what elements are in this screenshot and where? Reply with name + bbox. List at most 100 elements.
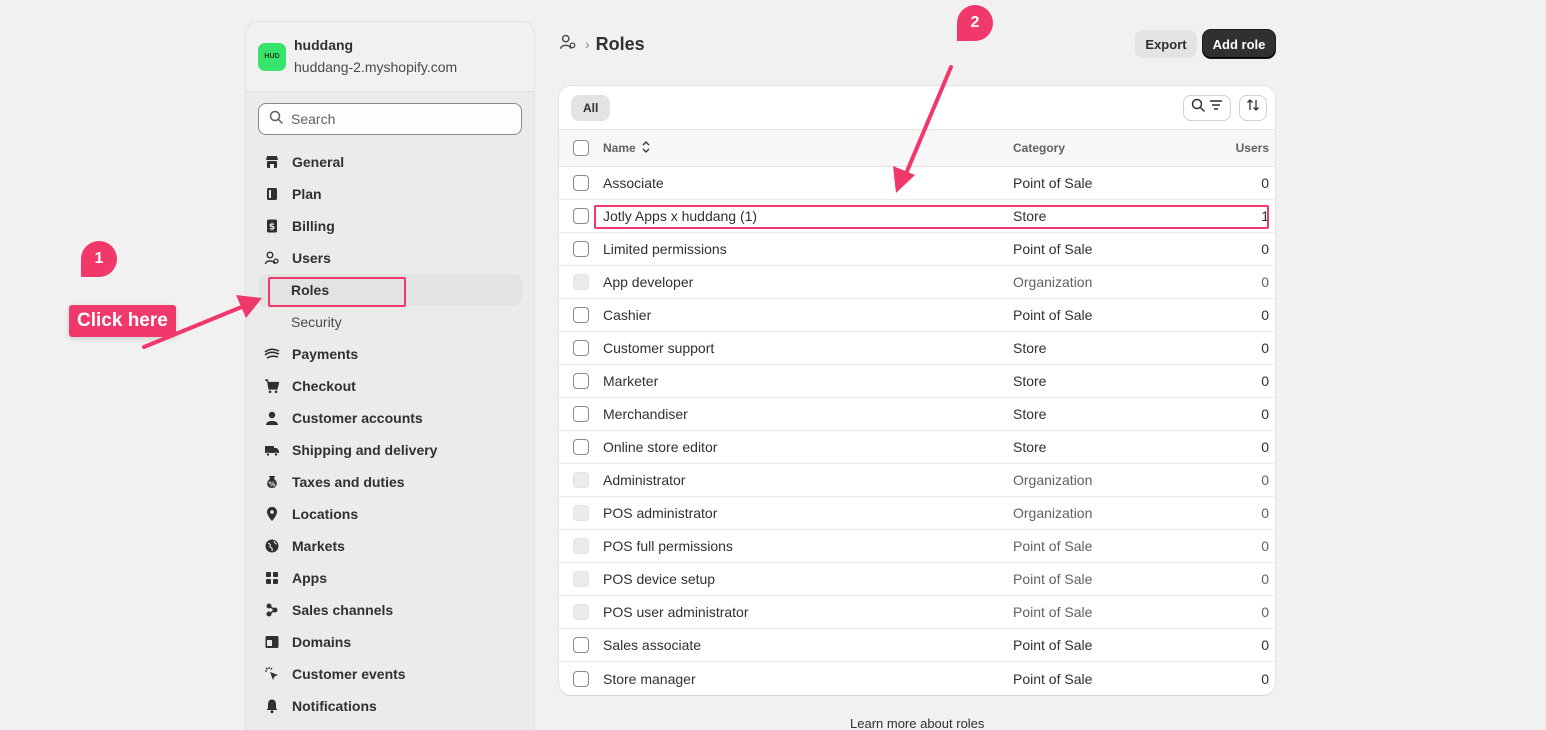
table-row[interactable]: App developer Organization 0 <box>559 266 1275 299</box>
table-row[interactable]: Sales associate Point of Sale 0 <box>559 629 1275 662</box>
column-header-category: Category <box>1013 141 1066 155</box>
table-body: Associate Point of Sale 0 Jotly Apps x hudd… <box>559 167 1275 695</box>
person-icon <box>264 410 280 426</box>
tab-all[interactable]: All <box>571 94 611 121</box>
column-header-name[interactable]: Name <box>603 141 636 155</box>
table-row[interactable]: POS administrator Organization 0 <box>559 497 1275 530</box>
row-checkbox[interactable] <box>573 439 589 455</box>
role-name[interactable]: Associate <box>603 175 1013 191</box>
nav-label: Notifications <box>292 698 377 714</box>
nav-label: Billing <box>292 218 335 234</box>
table-row[interactable]: Store manager Point of Sale 0 <box>559 662 1275 695</box>
row-checkbox <box>573 538 589 554</box>
nav-item-sales-channels[interactable]: Sales channels <box>258 594 522 626</box>
role-category: Point of Sale <box>1013 604 1093 620</box>
role-users-count: 0 <box>1261 373 1269 389</box>
role-category: Point of Sale <box>1013 637 1093 653</box>
nav-item-billing[interactable]: $ Billing <box>258 210 522 242</box>
nav-item-payments[interactable]: Payments <box>258 338 522 370</box>
table-row[interactable]: Online store editor Store 0 <box>559 431 1275 464</box>
domains-icon <box>264 634 280 650</box>
globe-icon <box>264 538 280 554</box>
role-name[interactable]: Administrator <box>603 472 1013 488</box>
store-header[interactable]: HUD huddang huddang-2.myshopify.com <box>246 22 534 92</box>
role-name[interactable]: Customer support <box>603 340 1013 356</box>
export-button[interactable]: Export <box>1135 30 1197 58</box>
row-checkbox[interactable] <box>573 670 589 687</box>
table-row[interactable]: Merchandiser Store 0 <box>559 398 1275 431</box>
table-row[interactable]: POS user administrator Point of Sale 0 <box>559 596 1275 629</box>
nav-item-domains[interactable]: Domains <box>258 626 522 658</box>
sort-button[interactable] <box>1239 94 1267 121</box>
nav-item-customer-accounts[interactable]: Customer accounts <box>258 402 522 434</box>
nav-item-plan[interactable]: Plan <box>258 178 522 210</box>
role-category: Store <box>1013 406 1047 422</box>
row-checkbox[interactable] <box>573 208 589 224</box>
nav-item-locations[interactable]: Locations <box>258 498 522 530</box>
nav-item-markets[interactable]: Markets <box>258 530 522 562</box>
search-input[interactable] <box>291 111 511 127</box>
table-row[interactable]: Administrator Organization 0 <box>559 464 1275 497</box>
page-header: › Roles Export Add role <box>559 30 1275 58</box>
table-row[interactable]: POS device setup Point of Sale 0 <box>559 563 1275 596</box>
nav-item-notifications[interactable]: Notifications <box>258 690 522 722</box>
store-name: huddang <box>294 37 354 53</box>
role-name[interactable]: POS user administrator <box>603 604 1013 620</box>
sort-icon <box>1246 98 1260 117</box>
role-name[interactable]: Merchandiser <box>603 406 1013 422</box>
nav-item-users[interactable]: Users <box>258 242 522 274</box>
role-name[interactable]: POS administrator <box>603 505 1013 521</box>
nav-item-customer-events[interactable]: Customer events <box>258 658 522 690</box>
table-row[interactable]: Associate Point of Sale 0 <box>559 167 1275 200</box>
role-name[interactable]: POS full permissions <box>603 538 1013 554</box>
table-row[interactable]: Marketer Store 0 <box>559 365 1275 398</box>
nav-item-security[interactable]: Security <box>258 306 522 338</box>
nav-label: Customer accounts <box>292 410 423 426</box>
table-row[interactable]: POS full permissions Point of Sale 0 <box>559 530 1275 563</box>
nav-label: Users <box>292 250 331 266</box>
cart-icon <box>264 378 280 394</box>
row-checkbox[interactable] <box>573 637 589 653</box>
column-header-users: Users <box>1235 141 1269 155</box>
role-name[interactable]: App developer <box>603 274 1013 290</box>
search-filter-button[interactable] <box>1183 94 1231 121</box>
role-category: Point of Sale <box>1013 307 1093 323</box>
row-checkbox[interactable] <box>573 307 589 323</box>
row-checkbox <box>573 604 589 620</box>
table-row[interactable]: Limited permissions Point of Sale 0 <box>559 233 1275 266</box>
nav-item-general[interactable]: General <box>258 146 522 178</box>
role-users-count: 0 <box>1261 175 1269 191</box>
role-category: Organization <box>1013 472 1093 488</box>
learn-more-link[interactable]: Learn more about roles <box>850 716 984 730</box>
select-all-checkbox[interactable] <box>573 140 589 156</box>
search-field[interactable] <box>258 103 522 135</box>
row-checkbox[interactable] <box>573 373 589 389</box>
row-checkbox[interactable] <box>573 406 589 422</box>
nav-item-shipping[interactable]: Shipping and delivery <box>258 434 522 466</box>
nav-label: Sales channels <box>292 602 394 618</box>
search-icon <box>269 110 283 129</box>
role-name[interactable]: Store manager <box>603 671 1013 687</box>
users-icon[interactable] <box>559 33 577 56</box>
add-role-button[interactable]: Add role <box>1203 30 1275 58</box>
role-users-count: 0 <box>1261 637 1269 653</box>
role-name[interactable]: Cashier <box>603 307 1013 323</box>
role-users-count: 0 <box>1261 274 1269 290</box>
role-name[interactable]: Marketer <box>603 373 1013 389</box>
role-name[interactable]: Limited permissions <box>603 241 1013 257</box>
role-name[interactable]: Sales associate <box>603 637 1013 653</box>
table-row[interactable]: Customer support Store 0 <box>559 332 1275 365</box>
table-row[interactable]: Cashier Point of Sale 0 <box>559 299 1275 332</box>
row-checkbox[interactable] <box>573 175 589 191</box>
nav-item-checkout[interactable]: Checkout <box>258 370 522 402</box>
nav-item-taxes[interactable]: % Taxes and duties <box>258 466 522 498</box>
role-name[interactable]: Online store editor <box>603 439 1013 455</box>
nav-item-apps[interactable]: Apps <box>258 562 522 594</box>
row-checkbox[interactable] <box>573 241 589 257</box>
sort-chevrons-icon[interactable] <box>642 140 650 156</box>
nav-label: Security <box>291 314 342 330</box>
role-name[interactable]: POS device setup <box>603 571 1013 587</box>
role-users-count: 0 <box>1261 538 1269 554</box>
row-checkbox[interactable] <box>573 340 589 356</box>
plan-icon <box>264 186 280 202</box>
